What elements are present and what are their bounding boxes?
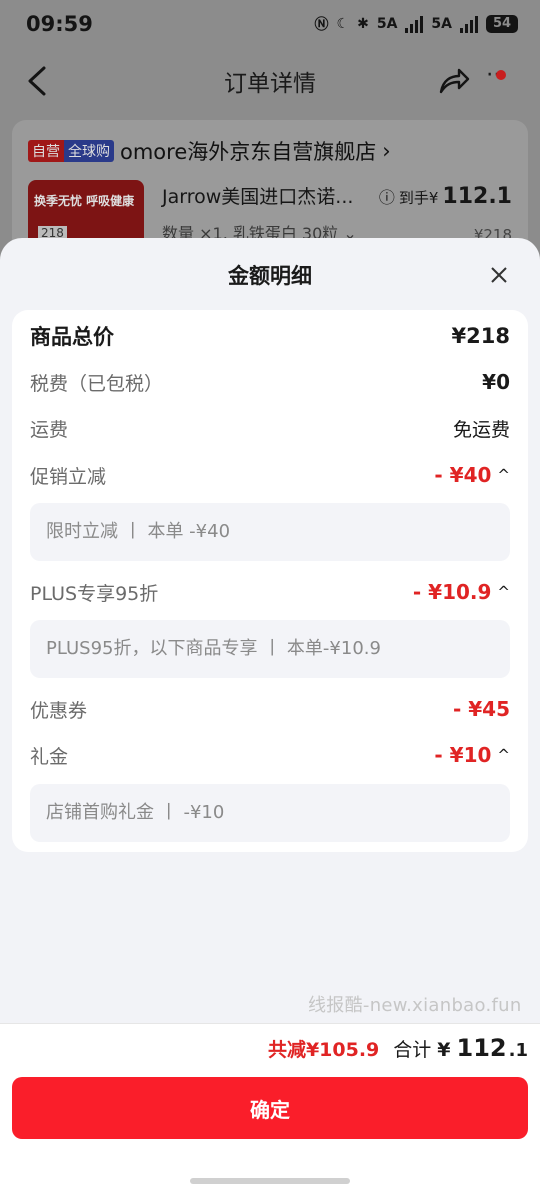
network-label-1: 5A — [376, 16, 398, 32]
tax-value: ¥0 — [482, 370, 510, 394]
signal-icon-2 — [460, 15, 478, 33]
more-menu-button[interactable]: ⋯ — [486, 62, 522, 98]
gift-detail: 店铺首购礼金 丨 -¥10 — [30, 784, 510, 842]
notification-dot — [496, 70, 506, 80]
gift-value-group: - ¥10 ^ — [434, 743, 510, 767]
row-promo[interactable]: 促销立减 - ¥40 ^ — [30, 459, 510, 491]
chevron-right-icon: › — [382, 139, 391, 163]
chevron-up-icon[interactable]: ^ — [497, 746, 510, 764]
network-label-2: 5A — [431, 16, 452, 32]
plus-value: - ¥10.9 — [412, 580, 492, 604]
nav-bar: 订单详情 ⋯ — [0, 52, 540, 110]
chevron-up-icon[interactable]: ^ — [497, 583, 510, 601]
home-indicator[interactable] — [190, 1178, 350, 1184]
bluetooth-icon: ✱ — [357, 16, 369, 32]
nfc-icon: Ⓝ — [314, 17, 329, 33]
row-plus[interactable]: PLUS专享95折 - ¥10.9 ^ — [30, 576, 510, 608]
total-label: 合计 — [393, 1039, 432, 1061]
final-price-value: 112.1 — [442, 184, 512, 209]
status-time: 09:59 — [26, 12, 93, 36]
info-icon[interactable]: ⓘ — [379, 184, 395, 208]
battery-icon: 54 — [486, 15, 518, 33]
close-icon[interactable] — [484, 260, 514, 290]
total-discount: 共减¥105.9 — [267, 1039, 380, 1061]
watermark: 线报酷-new.xianbao.fun — [308, 995, 522, 1016]
plus-detail: PLUS95折，以下商品专享 丨 本单-¥10.9 — [30, 620, 510, 678]
footer-summary: 共减¥105.9 合计 ¥ 112 .1 — [268, 1034, 528, 1062]
chevron-up-icon[interactable]: ^ — [497, 466, 510, 484]
amount-detail-card: 商品总价 ¥218 税费（已包税） ¥0 运费 免运费 促销立减 - ¥40 ^… — [12, 310, 528, 852]
row-tax: 税费（已包税） ¥0 — [30, 366, 510, 398]
confirm-button[interactable]: 确定 — [12, 1077, 528, 1139]
status-icons: Ⓝ ☾ ✱ 5A 5A 54 — [315, 14, 518, 34]
global-purchase-tag: 全球购 — [64, 140, 114, 162]
amount-detail-sheet: 金额明细 商品总价 ¥218 税费（已包税） ¥0 运费 免运费 促销立减 - … — [0, 238, 540, 1193]
goods-total-value: ¥218 — [451, 324, 510, 348]
product-image-caption: 换季无忧 呼吸健康 — [34, 194, 135, 208]
self-operated-tag: 自营 — [28, 140, 64, 162]
plus-value-group: - ¥10.9 ^ — [413, 580, 510, 604]
row-shipping: 运费 免运费 — [30, 412, 510, 444]
sheet-title: 金额明细 — [228, 264, 312, 288]
row-gift[interactable]: 礼金 - ¥10 ^ — [30, 739, 510, 771]
store-row[interactable]: 自营 全球购 omore海外京东自营旗舰店 › — [28, 136, 391, 166]
final-price-label: 到手¥ — [398, 189, 439, 207]
row-goods-total: 商品总价 ¥218 — [30, 320, 510, 352]
gift-value: - ¥10 — [434, 743, 492, 767]
total-currency: ¥ — [437, 1039, 451, 1061]
coupon-value: - ¥45 — [452, 697, 510, 721]
share-icon[interactable] — [437, 66, 471, 96]
total-amount-integer: 112 — [456, 1034, 507, 1062]
promo-label: 促销立减 — [30, 465, 107, 488]
sheet-footer: 共减¥105.9 合计 ¥ 112 .1 确定 — [0, 1023, 540, 1193]
goods-total-label: 商品总价 — [30, 325, 114, 349]
gift-label: 礼金 — [30, 745, 69, 768]
promo-value-group: - ¥40 ^ — [434, 463, 510, 487]
promo-value: - ¥40 — [434, 463, 492, 487]
store-name: omore海外京东自营旗舰店 — [120, 140, 377, 164]
tax-label: 税费（已包税） — [30, 372, 164, 395]
shipping-value: 免运费 — [452, 418, 510, 441]
coupon-label: 优惠券 — [30, 699, 88, 722]
signal-icon — [405, 15, 424, 33]
row-coupon: 优惠券 - ¥45 — [30, 693, 510, 725]
product-title: Jarrow美国进口杰诺... — [162, 186, 354, 208]
plus-label: PLUS专享95折 — [30, 582, 159, 605]
total-amount-decimal: .1 — [508, 1040, 528, 1061]
promo-detail: 限时立减 丨 本单 -¥40 — [30, 503, 510, 561]
shipping-label: 运费 — [30, 418, 69, 441]
status-bar: 09:59 Ⓝ ☾ ✱ 5A 5A 54 — [0, 0, 540, 52]
product-final-price: ⓘ 到手¥ 112.1 — [379, 184, 512, 209]
dnd-icon: ☾ — [336, 16, 350, 32]
